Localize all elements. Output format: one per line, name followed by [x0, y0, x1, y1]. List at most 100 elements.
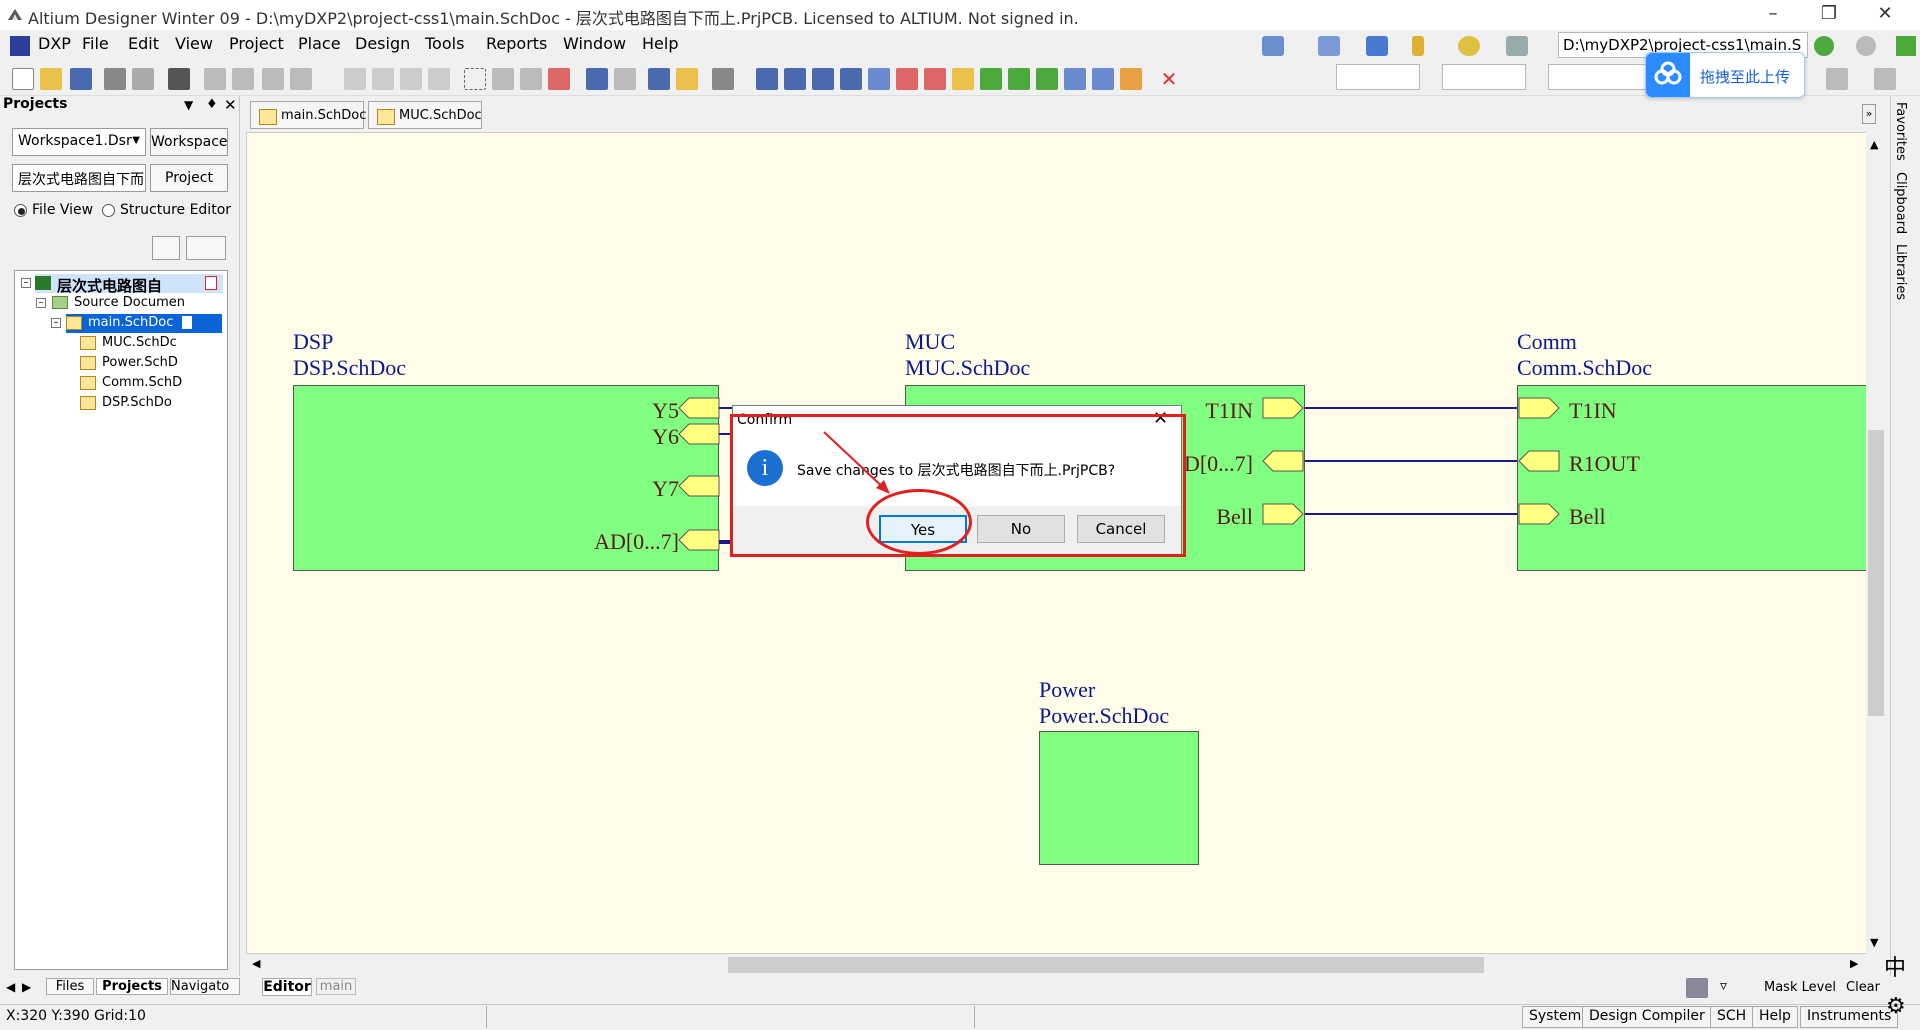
zoom-dropdown-icon[interactable] [290, 68, 312, 90]
undo-icon[interactable] [586, 68, 608, 90]
no-erc-icon[interactable]: ✕ [1158, 68, 1180, 90]
tab-files[interactable]: Files [46, 978, 94, 995]
place-sheet-entry-icon[interactable] [1008, 68, 1030, 90]
toolbar-combo-1[interactable] [1336, 64, 1420, 90]
project-button[interactable]: Project [150, 164, 228, 192]
menu-file[interactable]: File [82, 34, 109, 53]
place-bus-entry-icon[interactable] [812, 68, 834, 90]
help-panel-button[interactable]: Help [1752, 1006, 1798, 1028]
save-icon[interactable] [70, 68, 92, 90]
menu-view[interactable]: View [175, 34, 213, 53]
cross-probe-icon[interactable] [676, 68, 698, 90]
close-window-button[interactable]: ✕ [1862, 0, 1908, 30]
stack-icon[interactable] [168, 68, 190, 90]
place-wire-icon[interactable] [756, 68, 778, 90]
menu-edit[interactable]: Edit [128, 34, 159, 53]
favorites-panel-tab[interactable]: Favorites [1893, 102, 1908, 161]
design-compiler-panel-button[interactable]: Design Compiler [1582, 1006, 1712, 1028]
place-port-icon[interactable] [1064, 68, 1086, 90]
zoom-fit-icon[interactable] [204, 68, 226, 90]
filter-icon[interactable]: ▿ [1720, 978, 1727, 994]
tree-file-muc[interactable]: MUC.SchDc [80, 334, 222, 353]
grid-tool-icon[interactable] [1506, 36, 1528, 56]
hierarchy-icon[interactable] [648, 68, 670, 90]
browse-library-icon[interactable] [712, 68, 734, 90]
copy-icon[interactable] [372, 68, 394, 90]
place-vcc-icon[interactable] [924, 68, 946, 90]
file-view-radio[interactable] [14, 204, 27, 217]
tree-file-main[interactable]: main.SchDoc [66, 314, 222, 333]
horizontal-scroll-thumb[interactable] [728, 957, 1484, 973]
place-part-icon[interactable] [952, 68, 974, 90]
zoom-area-icon[interactable] [232, 68, 254, 90]
deselect-icon[interactable] [520, 68, 542, 90]
collapse-main-icon[interactable]: – [51, 318, 61, 328]
compile-project-icon[interactable] [152, 236, 180, 260]
collapse-project-icon[interactable]: – [21, 278, 31, 288]
menu-dxp[interactable]: DXP [38, 34, 71, 53]
clipboard-panel-tab[interactable]: Clipboard [1893, 172, 1908, 234]
print-preview-icon[interactable] [132, 68, 154, 90]
align-tool-icon[interactable] [1318, 36, 1340, 56]
cut-icon[interactable] [344, 68, 366, 90]
doc-tab-muc[interactable]: MUC.SchDoc [368, 101, 482, 129]
swap-icon[interactable] [1874, 68, 1896, 90]
vertical-scroll-thumb[interactable] [1868, 430, 1884, 716]
tabs-right-arrow-icon[interactable]: ▶ [22, 980, 31, 994]
toolbar-combo-2[interactable] [1442, 64, 1526, 90]
place-net-icon[interactable] [868, 68, 890, 90]
part-tool-icon[interactable] [1458, 36, 1480, 56]
open-folder-icon[interactable] [40, 68, 62, 90]
new-doc-icon[interactable] [12, 68, 34, 90]
pin-icon[interactable]: ♦ [206, 97, 218, 112]
structure-editor-radio[interactable] [102, 204, 115, 217]
libraries-panel-tab[interactable]: Libraries [1893, 244, 1908, 300]
probe-tool-icon[interactable] [1412, 36, 1424, 56]
workspace-button[interactable]: Workspace [150, 128, 228, 156]
sheet-symbol-power[interactable] [1039, 731, 1199, 865]
tree-project-node[interactable]: 层次式电路图自 [35, 274, 223, 295]
redo-icon[interactable] [614, 68, 636, 90]
tab-editor[interactable]: Editor [262, 978, 312, 996]
doc-tab-main[interactable]: main.SchDoc [250, 101, 366, 129]
ime-indicator[interactable]: 中 [1884, 950, 1906, 982]
clear-button[interactable]: Clear [1846, 980, 1880, 995]
wire-tool-icon[interactable] [1262, 36, 1284, 56]
mask-level-button[interactable]: Mask Level [1764, 980, 1836, 995]
settings-gear-icon[interactable]: ⚙ [1886, 994, 1906, 1019]
paste-icon[interactable] [400, 68, 422, 90]
tab-projects[interactable]: Projects [96, 978, 168, 995]
minimize-button[interactable]: – [1750, 0, 1796, 30]
menu-project[interactable]: Project [229, 34, 284, 53]
menu-tools[interactable]: Tools [425, 34, 464, 53]
tree-file-dsp[interactable]: DSP.SchDo [80, 394, 222, 413]
move-icon[interactable] [492, 68, 514, 90]
clear-filter-icon[interactable] [548, 68, 570, 90]
tab-navigator[interactable]: Navigato [170, 978, 240, 995]
tree-file-comm[interactable]: Comm.SchD [80, 374, 222, 393]
project-options-icon[interactable] [186, 236, 226, 260]
collapse-folder-icon[interactable]: – [36, 298, 46, 308]
print-icon[interactable] [104, 68, 126, 90]
project-combo[interactable]: 层次式电路图自下而 [12, 164, 146, 192]
instruments-panel-button[interactable]: Instruments [1800, 1006, 1899, 1028]
tree-file-power[interactable]: Power.SchD [80, 354, 222, 373]
place-offsheet-icon[interactable] [1092, 68, 1114, 90]
place-sheet-symbol-icon[interactable] [980, 68, 1002, 90]
scroll-up-arrow-icon[interactable]: ▲ [1870, 138, 1878, 151]
tree-source-folder[interactable]: Source Documen [52, 294, 222, 313]
scroll-down-arrow-icon[interactable]: ▼ [1870, 936, 1878, 949]
scroll-right-arrow-icon[interactable]: ▶ [1850, 957, 1858, 970]
scroll-left-arrow-icon[interactable]: ◀ [252, 957, 260, 970]
sch-panel-button[interactable]: SCH [1710, 1006, 1754, 1028]
place-netlabel-icon[interactable] [840, 68, 862, 90]
home-nav-icon[interactable] [1896, 36, 1916, 56]
menu-design[interactable]: Design [355, 34, 410, 53]
panel-overflow-icon[interactable]: » [1862, 104, 1876, 124]
zoom-selected-icon[interactable] [262, 68, 284, 90]
menu-reports[interactable]: Reports [486, 34, 547, 53]
panel-menu-icon[interactable]: ▼ [184, 98, 193, 112]
pen-icon[interactable] [1686, 978, 1708, 998]
place-directive-icon[interactable] [1120, 68, 1142, 90]
panel-close-icon[interactable]: ✕ [224, 96, 237, 114]
